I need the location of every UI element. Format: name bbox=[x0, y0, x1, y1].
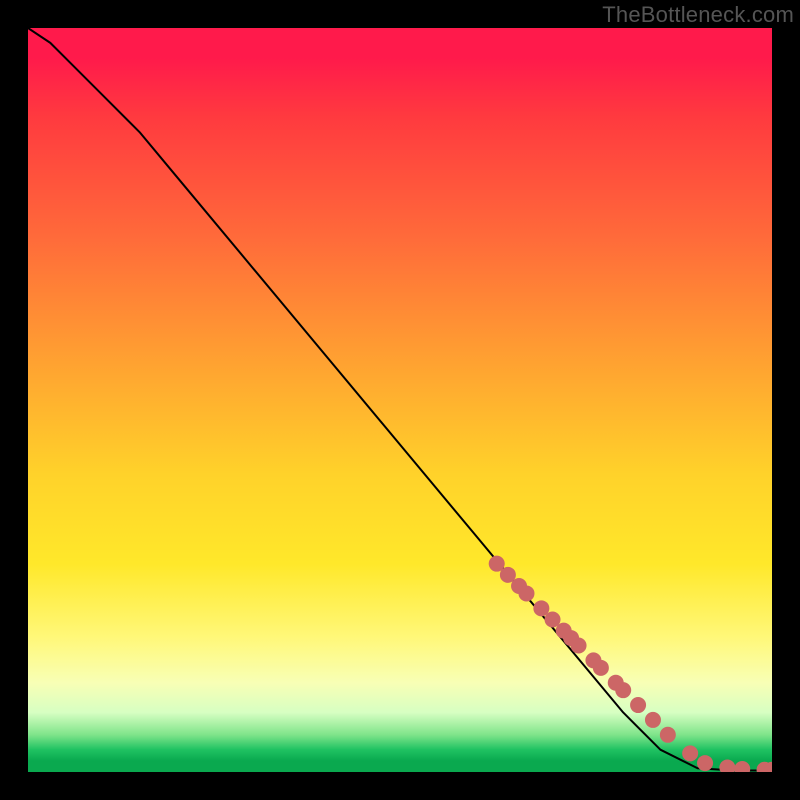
scatter-dot bbox=[615, 682, 631, 698]
scatter-dot bbox=[571, 638, 587, 654]
scatter-dot bbox=[518, 585, 534, 601]
line-series bbox=[28, 28, 772, 771]
scatter-dot bbox=[697, 755, 713, 771]
plot-area bbox=[28, 28, 772, 772]
chart-frame: TheBottleneck.com bbox=[0, 0, 800, 800]
scatter-dot bbox=[719, 760, 735, 772]
scatter-dot bbox=[734, 761, 750, 772]
watermark-text: TheBottleneck.com bbox=[602, 2, 794, 28]
scatter-dot bbox=[682, 745, 698, 761]
scatter-dot bbox=[630, 697, 646, 713]
scatter-series bbox=[489, 556, 772, 772]
scatter-dot bbox=[660, 727, 676, 743]
scatter-dot bbox=[593, 660, 609, 676]
scatter-dot bbox=[645, 712, 661, 728]
chart-svg bbox=[28, 28, 772, 772]
